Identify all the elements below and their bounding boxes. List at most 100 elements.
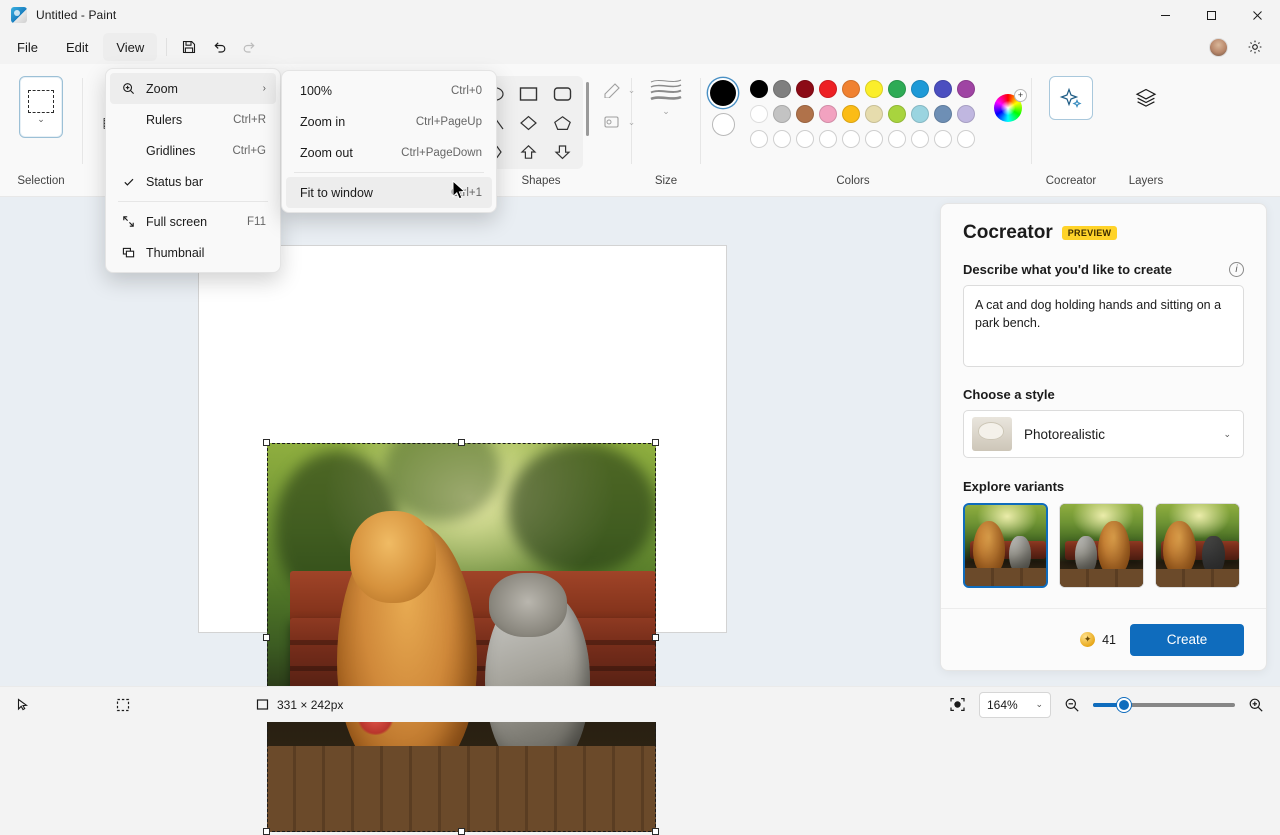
color-swatch-1-3[interactable] (796, 80, 814, 98)
color-swatch-3-7[interactable] (888, 130, 906, 148)
menu-file[interactable]: File (4, 33, 51, 61)
menu-item-zoom[interactable]: Zoom › (110, 73, 276, 104)
resize-handle-n[interactable] (458, 439, 465, 446)
prompt-input[interactable]: A cat and dog holding hands and sitting … (963, 285, 1244, 367)
style-thumbnail-icon (972, 417, 1012, 451)
cocreator-button[interactable] (1049, 76, 1093, 120)
color-wheel-icon[interactable]: + (994, 89, 1027, 122)
resize-handle-w[interactable] (263, 634, 270, 641)
chevron-down-icon[interactable]: ⌄ (662, 107, 670, 116)
menu-item-shortcut: F11 (247, 215, 266, 228)
zoom-level-select[interactable]: 164% ⌄ (979, 691, 1051, 718)
add-color-icon[interactable]: + (1014, 89, 1027, 102)
menu-item-full-screen[interactable]: Full screen F11 (110, 206, 276, 237)
zoom-slider[interactable] (1093, 697, 1235, 712)
menu-item-label: Gridlines (146, 143, 196, 158)
rounded-rectangle-shape-icon[interactable] (547, 81, 578, 107)
color-swatch-1-9[interactable] (934, 80, 952, 98)
menu-item-rulers[interactable]: Rulers Ctrl+R (110, 104, 276, 135)
info-icon[interactable]: i (1229, 262, 1244, 277)
diamond-shape-icon[interactable] (513, 110, 544, 136)
maximize-button[interactable] (1188, 0, 1234, 30)
avatar-icon[interactable] (1209, 37, 1228, 57)
color-swatch-3-6[interactable] (865, 130, 883, 148)
selection-dashed-icon (28, 90, 54, 113)
color-swatch-3-3[interactable] (796, 130, 814, 148)
cocreator-panel: Cocreator PREVIEW Describe what you'd li… (940, 203, 1267, 671)
menu-item-thumbnail[interactable]: Thumbnail (110, 237, 276, 268)
menu-item-shortcut: Ctrl+PageDown (401, 146, 482, 159)
color-swatch-2-10[interactable] (957, 105, 975, 123)
arrow-up-shape-icon[interactable] (513, 139, 544, 165)
resize-handle-s[interactable] (458, 828, 465, 835)
color-swatch-3-2[interactable] (773, 130, 791, 148)
image-size-icon (256, 699, 269, 710)
brush-size-button[interactable]: ⌄ (649, 76, 683, 116)
rectangle-shape-icon[interactable] (513, 81, 544, 107)
color-swatch-1-7[interactable] (888, 80, 906, 98)
resize-handle-sw[interactable] (263, 828, 270, 835)
shape-outline-button[interactable]: ⌄ (603, 82, 635, 98)
menu-item-gridlines[interactable]: Gridlines Ctrl+G (110, 135, 276, 166)
zoom-slider-handle[interactable] (1117, 697, 1131, 712)
save-button[interactable] (174, 33, 204, 61)
color-swatch-1-1[interactable] (750, 80, 768, 98)
chevron-down-icon[interactable]: ⌄ (37, 115, 45, 124)
variant-thumbnail-2[interactable] (1059, 503, 1144, 588)
style-select[interactable]: Photorealistic ⌄ (963, 410, 1244, 458)
color-swatch-1-10[interactable] (957, 80, 975, 98)
color-swatch-1-6[interactable] (865, 80, 883, 98)
color-swatch-2-7[interactable] (888, 105, 906, 123)
selection-tool-button[interactable]: ⌄ (19, 76, 63, 138)
shapes-scrollbar[interactable] (585, 82, 589, 136)
color-swatch-3-10[interactable] (957, 130, 975, 148)
color-swatch-2-9[interactable] (934, 105, 952, 123)
layers-button[interactable] (1124, 76, 1168, 120)
menu-edit[interactable]: Edit (53, 33, 101, 61)
color-swatch-2-3[interactable] (796, 105, 814, 123)
color-swatch-1-2[interactable] (773, 80, 791, 98)
undo-button[interactable] (204, 33, 234, 61)
variant-thumbnail-3[interactable] (1155, 503, 1240, 588)
color-swatch-3-5[interactable] (842, 130, 860, 148)
menu-item-status-bar[interactable]: Status bar (110, 166, 276, 197)
color-swatch-2-2[interactable] (773, 105, 791, 123)
minimize-button[interactable] (1142, 0, 1188, 30)
chevron-down-icon[interactable]: ⌄ (1035, 700, 1043, 709)
color-swatch-2-1[interactable] (750, 105, 768, 123)
resize-handle-ne[interactable] (652, 439, 659, 446)
color-swatch-3-8[interactable] (911, 130, 929, 148)
selected-image-region[interactable] (263, 439, 659, 835)
color-swatch-2-5[interactable] (842, 105, 860, 123)
resize-handle-nw[interactable] (263, 439, 270, 446)
arrow-down-shape-icon[interactable] (547, 139, 578, 165)
color-swatch-2-6[interactable] (865, 105, 883, 123)
create-button[interactable]: Create (1130, 623, 1244, 656)
shape-fill-button[interactable]: ⌄ (603, 114, 635, 130)
menu-item-zoom-100[interactable]: 100% Ctrl+0 (286, 75, 492, 106)
color-swatch-1-4[interactable] (819, 80, 837, 98)
cocreator-title: Cocreator (963, 222, 1053, 243)
menu-item-zoom-out[interactable]: Zoom out Ctrl+PageDown (286, 137, 492, 168)
resize-handle-e[interactable] (652, 634, 659, 641)
color-palette[interactable] (750, 80, 980, 154)
color-swatch-3-1[interactable] (750, 130, 768, 148)
pentagon-shape-icon[interactable] (547, 110, 578, 136)
chevron-down-icon[interactable]: ⌄ (1223, 429, 1231, 439)
color-swatch-3-4[interactable] (819, 130, 837, 148)
color-swatch-1-8[interactable] (911, 80, 929, 98)
menu-item-shortcut: Ctrl+R (233, 113, 266, 126)
gear-icon[interactable] (1240, 33, 1270, 61)
menu-view[interactable]: View (103, 33, 158, 61)
secondary-color-swatch[interactable] (711, 113, 735, 136)
primary-color-swatch[interactable] (710, 80, 736, 106)
variant-thumbnail-1[interactable] (963, 503, 1048, 588)
color-swatch-2-4[interactable] (819, 105, 837, 123)
color-swatch-2-8[interactable] (911, 105, 929, 123)
resize-handle-se[interactable] (652, 828, 659, 835)
color-swatch-3-9[interactable] (934, 130, 952, 148)
ribbon-label-selection: Selection (17, 175, 65, 187)
close-button[interactable] (1234, 0, 1280, 30)
color-swatch-1-5[interactable] (842, 80, 860, 98)
menu-item-zoom-in[interactable]: Zoom in Ctrl+PageUp (286, 106, 492, 137)
